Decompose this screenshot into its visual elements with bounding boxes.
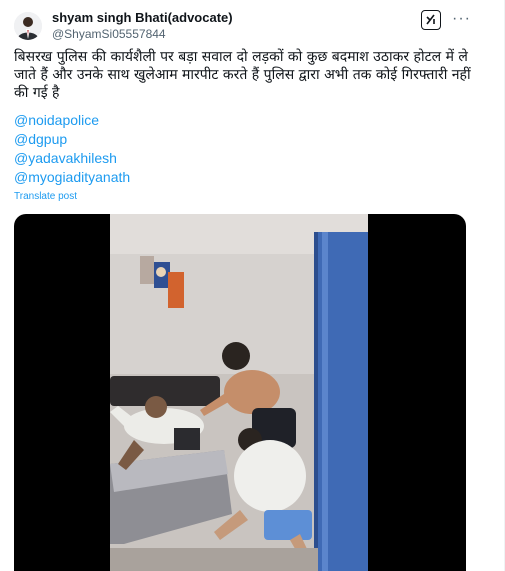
more-options-icon[interactable]: ··· (452, 11, 471, 27)
video-player[interactable] (14, 214, 466, 571)
avatar[interactable] (14, 12, 42, 40)
video-frame (110, 214, 368, 571)
author-handle[interactable]: @ShyamSi05557844 (52, 27, 166, 41)
mention-link[interactable]: @dgpup (14, 131, 67, 147)
avatar-image (14, 12, 42, 40)
author-name[interactable]: shyam singh Bhati(advocate) (52, 10, 233, 25)
grok-icon[interactable] (421, 10, 441, 30)
translate-post-link[interactable]: Translate post (14, 191, 77, 202)
mention-link[interactable]: @yadavakhilesh (14, 150, 117, 166)
post-text: बिसरख पुलिस की कार्यशैली पर बड़ा सवाल दो… (14, 49, 471, 101)
mention-link[interactable]: @myogiadityanath (14, 169, 130, 185)
mention-link[interactable]: @noidapolice (14, 112, 99, 128)
tweet-card: shyam singh Bhati(advocate) @ShyamSi0555… (0, 0, 505, 571)
